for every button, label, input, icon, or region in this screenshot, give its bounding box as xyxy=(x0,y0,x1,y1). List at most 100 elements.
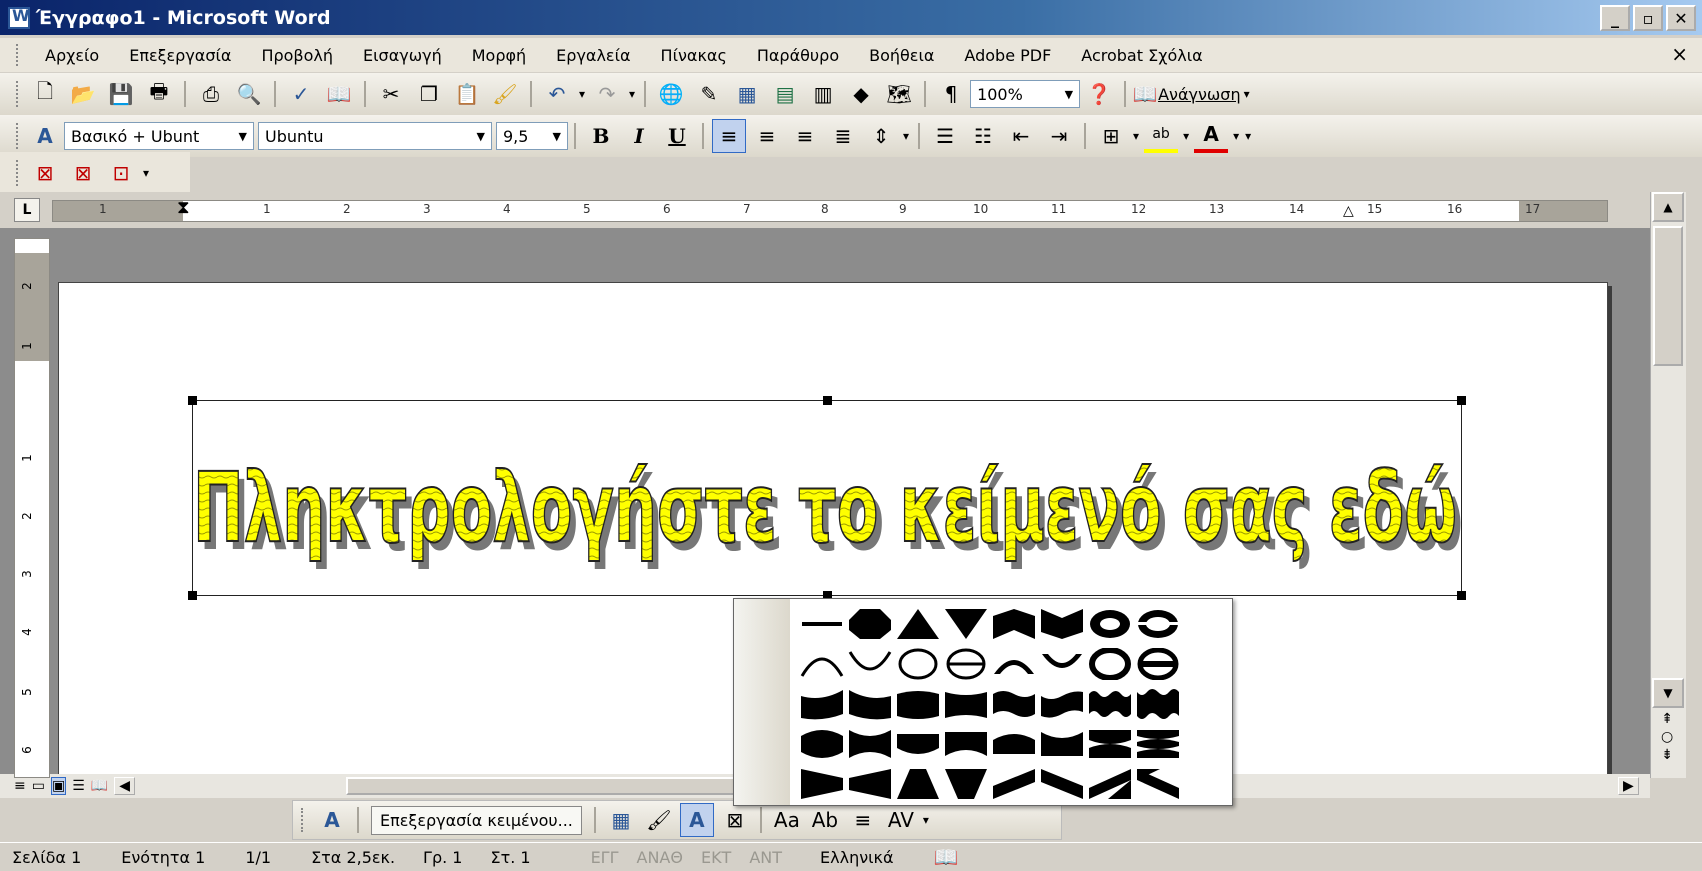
border-dropdown-icon[interactable]: ▾ xyxy=(1133,129,1139,143)
edit-text-button[interactable]: Επεξεργασία κειμένου... xyxy=(371,805,582,835)
menu-acrobat-comments[interactable]: Acrobat Σχόλια xyxy=(1066,42,1217,69)
toolbar-options-icon[interactable]: ▾ xyxy=(1245,129,1251,143)
next-page-icon[interactable]: ⇟ xyxy=(1661,746,1673,764)
wordart-object[interactable]: Πληκτρολογήστε το κείμενό σας εδώ Πληκτρ… xyxy=(188,396,1466,600)
menu-tools[interactable]: Εργαλεία xyxy=(541,42,645,69)
columns-icon[interactable]: ▥ xyxy=(806,77,840,111)
shape-slant-down[interactable] xyxy=(1038,765,1086,803)
drawing-icon[interactable]: ◆ xyxy=(844,77,878,111)
redo-icon[interactable]: ↷ xyxy=(590,77,624,111)
cut-icon[interactable]: ✂ xyxy=(374,77,408,111)
shape-cascade-down[interactable] xyxy=(1134,765,1182,803)
shape-triangle-down[interactable] xyxy=(942,605,990,643)
select-browse-object-icon[interactable]: ○ xyxy=(1661,728,1673,746)
alignment-icon[interactable]: ≡ xyxy=(846,803,880,837)
zoom-combo[interactable]: 100% ▼ xyxy=(970,80,1081,108)
menu-insert[interactable]: Εισαγωγή xyxy=(348,42,457,69)
reading-button[interactable]: Ανάγνωση xyxy=(1158,85,1241,104)
convert-pdf-review-icon[interactable]: ⊡ xyxy=(104,156,138,190)
shape-cascade-up[interactable] xyxy=(1086,765,1134,803)
resize-handle[interactable] xyxy=(188,591,197,600)
outline-view-icon[interactable]: ☰ xyxy=(72,778,85,794)
scroll-left-icon[interactable]: ◀ xyxy=(114,777,135,795)
horizontal-ruler[interactable]: 1 1 2 3 4 5 6 7 8 9 10 11 12 13 14 15 16… xyxy=(52,197,1608,222)
border-icon[interactable]: ⊞ xyxy=(1094,119,1128,153)
shape-deflate-inflate-deflate[interactable] xyxy=(1134,725,1182,763)
close-button[interactable]: ✕ xyxy=(1666,5,1696,31)
help-icon[interactable]: ❓ xyxy=(1082,77,1116,111)
shape-arch-up-pour[interactable] xyxy=(990,645,1038,683)
line-spacing-dropdown-icon[interactable]: ▾ xyxy=(903,129,909,143)
toolbar-grip[interactable] xyxy=(16,44,20,66)
word-app-icon[interactable] xyxy=(8,6,30,29)
hyperlink-icon[interactable]: 🌐 xyxy=(654,77,688,111)
line-spacing-icon[interactable]: ⇕ xyxy=(864,119,898,153)
convert-pdf-email-icon[interactable]: ⊠ xyxy=(66,156,100,190)
menu-view[interactable]: Προβολή xyxy=(246,42,348,69)
menu-file[interactable]: Αρχείο xyxy=(30,42,114,69)
insert-excel-icon[interactable]: ▤ xyxy=(768,77,802,111)
font-combo[interactable]: Ubuntu ▼ xyxy=(258,122,492,150)
permission-icon[interactable]: 🖶 xyxy=(142,77,176,111)
menu-help[interactable]: Βοήθεια xyxy=(854,42,949,69)
shape-arch-down-pour[interactable] xyxy=(1038,645,1086,683)
save-icon[interactable]: 💾 xyxy=(104,77,138,111)
shape-fade-up[interactable] xyxy=(894,765,942,803)
status-trk[interactable]: ΑΝΑΘ xyxy=(637,848,683,867)
status-rec[interactable]: ΕΓΓ xyxy=(591,848,619,867)
shape-curve-down[interactable] xyxy=(846,685,894,723)
shape-circle[interactable] xyxy=(894,645,942,683)
format-wordart-icon[interactable]: 🖌 xyxy=(642,803,676,837)
horizontal-scroll-thumb[interactable] xyxy=(346,777,736,795)
resize-handle[interactable] xyxy=(1457,591,1466,600)
menu-adobe-pdf[interactable]: Adobe PDF xyxy=(949,42,1066,69)
shape-slant-up[interactable] xyxy=(990,765,1038,803)
indent-marker-icon[interactable]: ⧗ xyxy=(177,197,190,218)
research-icon[interactable]: 📖 xyxy=(322,77,356,111)
web-layout-icon[interactable]: ▭ xyxy=(32,778,45,794)
menu-window[interactable]: Παράθυρο xyxy=(742,42,854,69)
shape-stop[interactable] xyxy=(846,605,894,643)
font-color-dropdown-icon[interactable]: ▾ xyxy=(1233,129,1239,143)
resize-handle[interactable] xyxy=(1457,396,1466,405)
spelling-status-icon[interactable]: 📖 xyxy=(934,845,959,869)
font-size-combo[interactable]: 9,5 ▼ xyxy=(496,122,568,150)
scroll-up-icon[interactable]: ▲ xyxy=(1652,192,1684,222)
document-map-icon[interactable]: 🗺 xyxy=(882,77,916,111)
justify-icon[interactable]: ≣ xyxy=(826,119,860,153)
shape-arch-down[interactable] xyxy=(846,645,894,683)
minimize-button[interactable]: _ xyxy=(1600,5,1630,31)
read-icon[interactable]: 📖 xyxy=(1133,77,1158,111)
undo-icon[interactable]: ↶ xyxy=(540,77,574,111)
toolbar-options-icon[interactable]: ▾ xyxy=(923,813,929,827)
shape-deflate[interactable] xyxy=(846,725,894,763)
scroll-down-icon[interactable]: ▼ xyxy=(1652,678,1684,708)
right-indent-marker-icon[interactable]: △ xyxy=(1343,203,1354,219)
status-ext[interactable]: ΕΚΤ xyxy=(701,848,731,867)
shape-deflate-inflate[interactable] xyxy=(1086,725,1134,763)
shape-fade-right[interactable] xyxy=(798,765,846,803)
bullets-icon[interactable]: ☷ xyxy=(966,119,1000,153)
shape-deflate-top[interactable] xyxy=(1038,725,1086,763)
shape-chevron-down[interactable] xyxy=(1038,605,1086,643)
maximize-button[interactable]: ▫ xyxy=(1633,5,1663,31)
styles-formatting-icon[interactable]: A xyxy=(28,119,62,153)
normal-view-icon[interactable]: ≡ xyxy=(14,778,26,794)
style-combo[interactable]: Βασικό + Ubunt ▼ xyxy=(64,122,254,150)
toolbar-grip[interactable] xyxy=(16,123,20,149)
highlight-dropdown-icon[interactable]: ▾ xyxy=(1183,129,1189,143)
scroll-right-icon[interactable]: ▶ xyxy=(1618,777,1639,795)
shape-double-wave-1[interactable] xyxy=(1086,685,1134,723)
toolbar-grip[interactable] xyxy=(16,81,20,107)
menu-table[interactable]: Πίνακας xyxy=(646,42,742,69)
shape-can-down[interactable] xyxy=(942,685,990,723)
shape-can-up[interactable] xyxy=(894,685,942,723)
vertical-scroll-thumb[interactable] xyxy=(1653,226,1683,366)
font-color-icon[interactable]: A xyxy=(1194,119,1229,153)
shape-curve-up[interactable] xyxy=(798,685,846,723)
tables-borders-icon[interactable]: ✎ xyxy=(692,77,726,111)
close-document-button[interactable]: × xyxy=(1671,42,1688,66)
insert-wordart-icon[interactable]: A xyxy=(315,803,349,837)
align-center-icon[interactable]: ≡ xyxy=(750,119,784,153)
show-hide-icon[interactable]: ¶ xyxy=(934,77,968,111)
